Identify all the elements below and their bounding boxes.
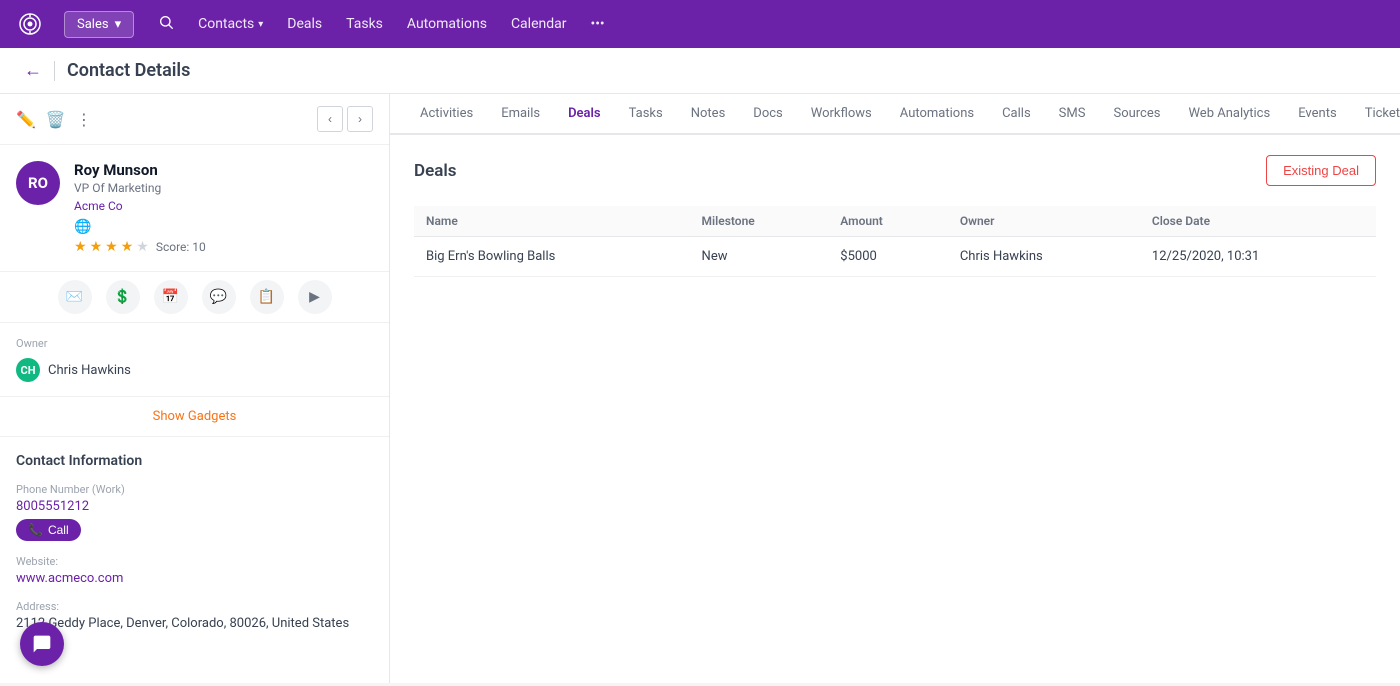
address-label: Address: <box>16 600 373 613</box>
owner-avatar: CH <box>16 358 40 382</box>
address-field: Address: 2112 Geddy Place, Denver, Color… <box>16 600 373 631</box>
call-button[interactable]: 📞 Call <box>16 519 81 541</box>
contact-info-title: Contact Information <box>16 453 373 469</box>
top-navigation: Sales ▾ Contacts ▾ Deals Tasks Automatio… <box>0 0 1400 48</box>
search-button[interactable] <box>154 10 178 38</box>
right-panel: ActivitiesEmailsDealsTasksNotesDocsWorkf… <box>390 94 1400 683</box>
table-row: Big Ern's Bowling BallsNew$5000Chris Haw… <box>414 237 1376 277</box>
main-layout: ✏️ 🗑️ ⋮ ‹ › RO Roy Munson VP Of Marketin… <box>0 94 1400 683</box>
call-button-label: Call <box>48 523 69 537</box>
contact-quick-actions: ✉️ 💲 📅 💬 📋 ▶ <box>0 271 389 323</box>
nav-links: Contacts ▾ Deals Tasks Automations Calen… <box>198 16 605 32</box>
deal-amount: $5000 <box>828 237 948 277</box>
tab-automations[interactable]: Automations <box>886 94 988 135</box>
deals-header: Deals Existing Deal <box>414 155 1376 186</box>
deals-content: Deals Existing Deal NameMilestoneAmountO… <box>390 135 1400 297</box>
deal-milestone: New <box>690 237 829 277</box>
owner-info: CH Chris Hawkins <box>16 358 373 382</box>
website-icon: 🌐 <box>74 219 373 235</box>
website-value[interactable]: www.acmeco.com <box>16 571 373 586</box>
contact-stars: ★ ★ ★ ★ ★ Score: 10 <box>74 239 373 255</box>
phone-label: Phone Number (Work) <box>16 483 373 496</box>
col-name: Name <box>414 206 690 237</box>
contact-info-section: Contact Information Phone Number (Work) … <box>0 437 389 661</box>
star-2: ★ <box>90 239 103 255</box>
left-panel: ✏️ 🗑️ ⋮ ‹ › RO Roy Munson VP Of Marketin… <box>0 94 390 683</box>
contact-profile: RO Roy Munson VP Of Marketing Acme Co 🌐 … <box>0 145 389 271</box>
nav-tasks[interactable]: Tasks <box>346 16 383 32</box>
tab-activities[interactable]: Activities <box>406 94 487 135</box>
website-label: Website: <box>16 555 373 568</box>
delete-icon[interactable]: 🗑️ <box>46 110 66 129</box>
tab-docs[interactable]: Docs <box>739 94 796 135</box>
next-contact-button[interactable]: › <box>347 106 373 132</box>
col-close date: Close Date <box>1140 206 1376 237</box>
tab-notes[interactable]: Notes <box>677 94 740 135</box>
tab-sms[interactable]: SMS <box>1045 94 1100 135</box>
contact-info-text: Roy Munson VP Of Marketing Acme Co 🌐 ★ ★… <box>74 161 373 255</box>
contact-name: Roy Munson <box>74 161 373 179</box>
star-5-empty: ★ <box>136 239 149 255</box>
nav-automations[interactable]: Automations <box>407 16 487 32</box>
nav-contacts[interactable]: Contacts ▾ <box>198 16 263 32</box>
contact-actions-bar: ✏️ 🗑️ ⋮ ‹ › <box>0 94 389 145</box>
workspace-dropdown[interactable]: Sales ▾ <box>64 11 134 38</box>
owner-label: Owner <box>16 337 373 350</box>
tab-tickets[interactable]: Tickets <box>1351 94 1400 135</box>
star-1: ★ <box>74 239 87 255</box>
deal-name[interactable]: Big Ern's Bowling Balls <box>414 237 690 277</box>
page-header: ← Contact Details <box>0 48 1400 94</box>
email-button[interactable]: ✉️ <box>58 280 92 314</box>
pagination-buttons: ‹ › <box>317 106 373 132</box>
avatar: RO <box>16 161 60 205</box>
star-3: ★ <box>105 239 118 255</box>
address-value: 2112 Geddy Place, Denver, Colorado, 8002… <box>16 616 373 631</box>
col-amount: Amount <box>828 206 948 237</box>
contact-job-title: VP Of Marketing <box>74 181 373 195</box>
calendar-button[interactable]: 📅 <box>154 280 188 314</box>
header-divider <box>54 61 55 81</box>
tab-workflows[interactable]: Workflows <box>797 94 886 135</box>
tab-calls[interactable]: Calls <box>988 94 1045 135</box>
edit-icon[interactable]: ✏️ <box>16 110 36 129</box>
prev-contact-button[interactable]: ‹ <box>317 106 343 132</box>
website-field: Website: www.acmeco.com <box>16 555 373 586</box>
col-milestone: Milestone <box>690 206 829 237</box>
deals-table: NameMilestoneAmountOwnerClose Date Big E… <box>414 206 1376 277</box>
existing-deal-button[interactable]: Existing Deal <box>1266 155 1376 186</box>
tab-emails[interactable]: Emails <box>487 94 554 135</box>
contact-edit-actions: ✏️ 🗑️ ⋮ <box>16 110 92 129</box>
tab-sources[interactable]: Sources <box>1099 94 1174 135</box>
star-4: ★ <box>121 239 134 255</box>
nav-more[interactable]: ••• <box>590 16 604 32</box>
tab-deals[interactable]: Deals <box>554 94 615 135</box>
call-icon: 📞 <box>28 523 43 537</box>
contact-score: Score: 10 <box>156 240 206 254</box>
nav-deals[interactable]: Deals <box>287 16 322 32</box>
tab-tasks[interactable]: Tasks <box>615 94 677 135</box>
deals-section-title: Deals <box>414 161 457 181</box>
payment-button[interactable]: 💲 <box>106 280 140 314</box>
owner-name: Chris Hawkins <box>48 363 131 378</box>
contact-company[interactable]: Acme Co <box>74 199 373 213</box>
nav-calendar[interactable]: Calendar <box>511 16 567 32</box>
message-button[interactable]: 💬 <box>202 280 236 314</box>
owner-section: Owner CH Chris Hawkins <box>0 323 389 397</box>
tab-events[interactable]: Events <box>1284 94 1350 135</box>
page-title: Contact Details <box>67 60 190 81</box>
app-logo <box>16 10 44 38</box>
send-button[interactable]: ▶ <box>298 280 332 314</box>
show-gadgets-button[interactable]: Show Gadgets <box>0 397 389 437</box>
more-options-icon[interactable]: ⋮ <box>76 110 92 129</box>
phone-value[interactable]: 8005551212 <box>16 499 373 514</box>
tabs-bar: ActivitiesEmailsDealsTasksNotesDocsWorkf… <box>390 94 1400 135</box>
tab-web-analytics[interactable]: Web Analytics <box>1174 94 1284 135</box>
schedule-button[interactable]: 📋 <box>250 280 284 314</box>
col-owner: Owner <box>948 206 1140 237</box>
deal-close-date: 12/25/2020, 10:31 <box>1140 237 1376 277</box>
chat-bubble-button[interactable] <box>20 622 64 666</box>
deal-owner: Chris Hawkins <box>948 237 1140 277</box>
phone-field: Phone Number (Work) 8005551212 📞 Call <box>16 483 373 541</box>
back-button[interactable]: ← <box>24 60 42 81</box>
